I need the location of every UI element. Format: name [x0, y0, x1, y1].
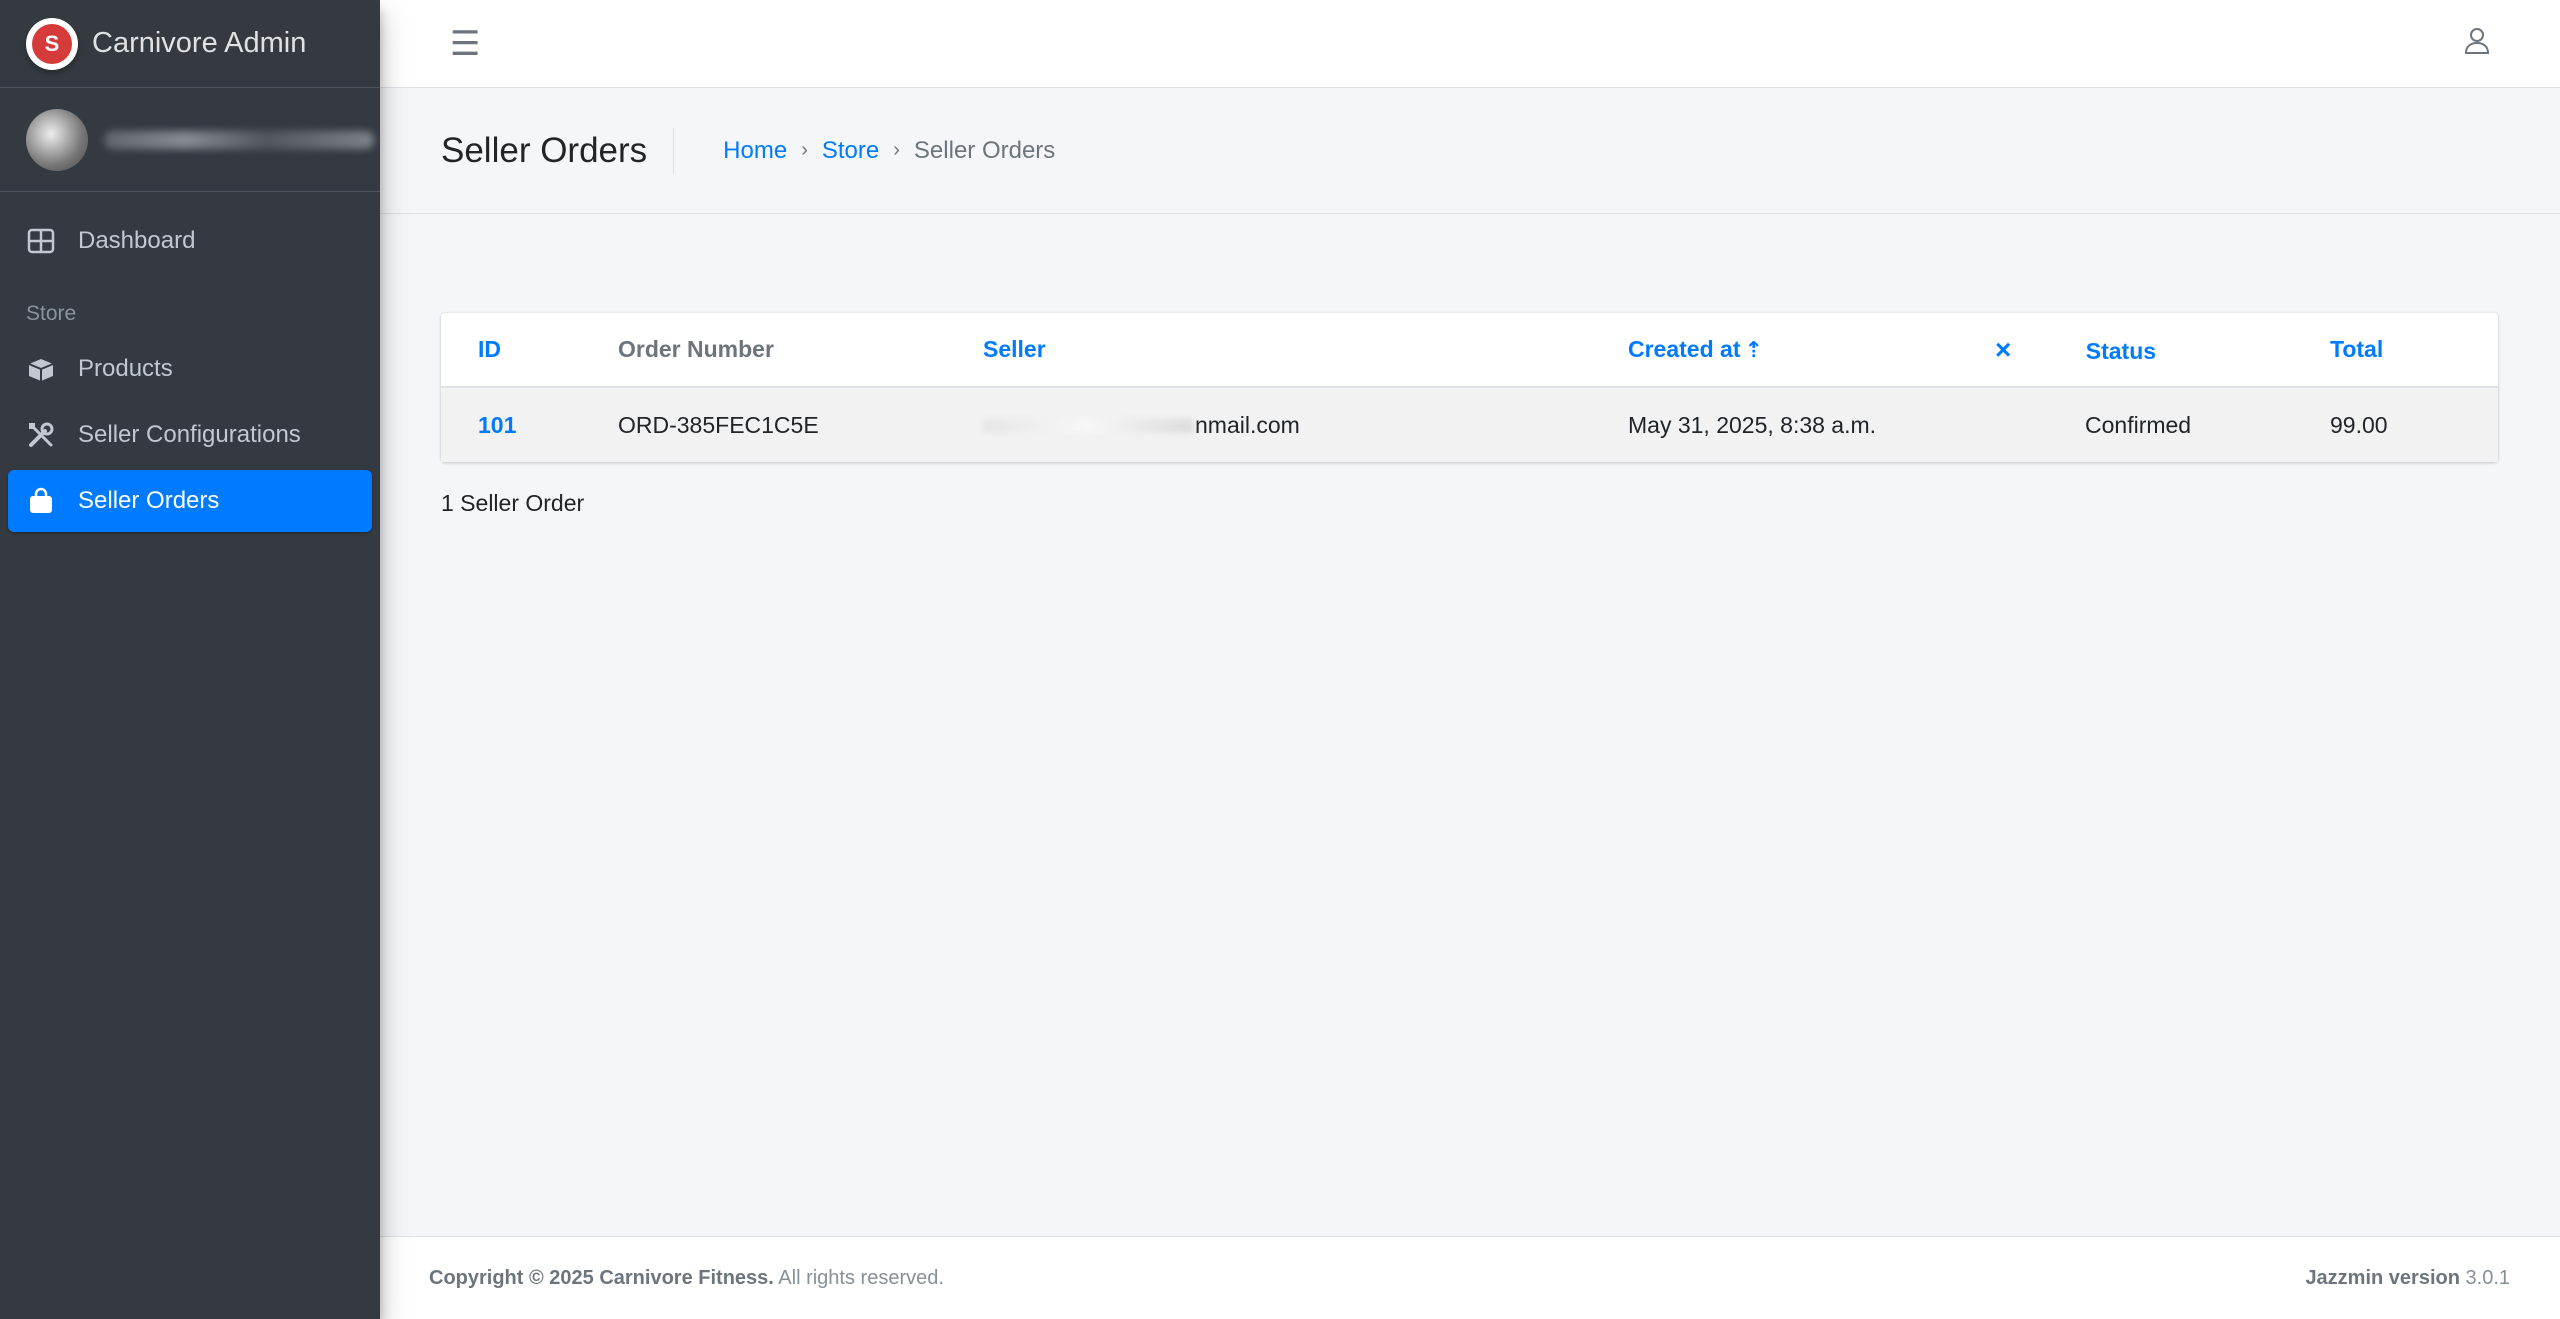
brand-link[interactable]: S Carnivore Admin: [0, 0, 380, 88]
cell-created-at: May 31, 2025, 8:38 a.m.: [1628, 411, 1877, 438]
column-header-order-number: Order Number: [618, 336, 774, 362]
topbar: ☰: [380, 0, 2560, 88]
column-header-created-at[interactable]: Created at ⇡: [1591, 313, 2048, 387]
brand-name: Carnivore Admin: [92, 27, 307, 59]
copyright-rest: All rights reserved.: [773, 1266, 944, 1289]
sidebar: S Carnivore Admin Dashboard Store Produc…: [0, 0, 380, 1319]
hamburger-icon[interactable]: ☰: [450, 27, 480, 61]
user-icon[interactable]: [2464, 27, 2490, 60]
sidebar-nav: Dashboard Store Products Seller Configur…: [0, 192, 380, 554]
sidebar-item-label: Seller Orders: [78, 487, 220, 514]
brand-logo-icon: S: [26, 17, 78, 70]
sidebar-item-dashboard[interactable]: Dashboard: [8, 210, 372, 272]
cell-order-number: ORD-385FEC1C5E: [618, 411, 819, 438]
breadcrumb-home[interactable]: Home: [723, 137, 787, 165]
column-header-status[interactable]: × Status: [1995, 313, 2293, 387]
sidebar-item-label: Seller Configurations: [78, 421, 301, 448]
page-title: Seller Orders: [441, 127, 675, 174]
column-header-label: Status: [2085, 337, 2157, 364]
copyright-strong: Copyright © 2025 Carnivore Fitness.: [429, 1266, 774, 1289]
sidebar-item-label: Dashboard: [78, 227, 196, 254]
boxes-icon: [26, 356, 56, 382]
cell-status: Confirmed: [2085, 411, 2192, 438]
sidebar-section-store: Store: [26, 302, 77, 325]
cell-seller: nmail.com: [946, 387, 1591, 462]
breadcrumb: Home › Store › Seller Orders: [723, 137, 1055, 165]
shopping-bag-icon: [26, 487, 56, 515]
table-row: 101 ORD-385FEC1C5E nmail.com May 31, 202…: [441, 387, 2498, 462]
footer: Copyright © 2025 Carnivore Fitness. All …: [380, 1236, 2560, 1319]
user-name-redacted: [104, 130, 374, 149]
dashboard-icon: [26, 228, 56, 254]
result-count: 1 Seller Order: [441, 490, 585, 516]
version-label: Jazzmin version: [2305, 1266, 2460, 1289]
column-header-id[interactable]: ID: [441, 313, 581, 387]
sidebar-item-seller-orders[interactable]: Seller Orders: [8, 470, 372, 532]
content-header: Seller Orders Home › Store › Seller Orde…: [380, 88, 2560, 214]
close-icon[interactable]: ×: [1995, 334, 2011, 365]
breadcrumb-separator: ›: [893, 139, 900, 161]
version-number: 3.0.1: [2459, 1266, 2511, 1289]
breadcrumb-separator: ›: [801, 139, 808, 161]
sidebar-item-products[interactable]: Products: [8, 338, 372, 400]
results-card: ID Order Number Seller Created at ⇡ × Sta…: [441, 313, 2498, 462]
sidebar-item-seller-configurations[interactable]: Seller Configurations: [8, 404, 372, 466]
seller-email: nmail.com: [1195, 411, 1300, 438]
sidebar-item-label: Products: [78, 355, 173, 382]
column-header-total[interactable]: Total: [2293, 313, 2498, 387]
column-header-seller[interactable]: Seller: [946, 313, 1591, 387]
seller-redacted: [983, 419, 1193, 434]
footer-copyright: Copyright © 2025 Carnivore Fitness. All …: [429, 1267, 944, 1290]
tools-icon: [26, 421, 56, 449]
cell-total: 99.00: [2330, 411, 2388, 438]
breadcrumb-current: Seller Orders: [913, 136, 1056, 164]
user-panel[interactable]: [0, 88, 380, 192]
breadcrumb-store[interactable]: Store: [822, 137, 879, 165]
table-header-row: ID Order Number Seller Created at ⇡ × Sta…: [441, 313, 2498, 387]
column-header-label: Created at: [1628, 336, 1741, 362]
user-avatar: [26, 108, 88, 171]
results-table: ID Order Number Seller Created at ⇡ × Sta…: [441, 313, 2498, 462]
order-id-link[interactable]: 101: [478, 412, 516, 438]
footer-version: Jazzmin version 3.0.1: [2305, 1267, 2510, 1290]
cell-id: 101: [441, 387, 581, 462]
sort-ascending-icon: ⇡: [1744, 337, 1763, 362]
